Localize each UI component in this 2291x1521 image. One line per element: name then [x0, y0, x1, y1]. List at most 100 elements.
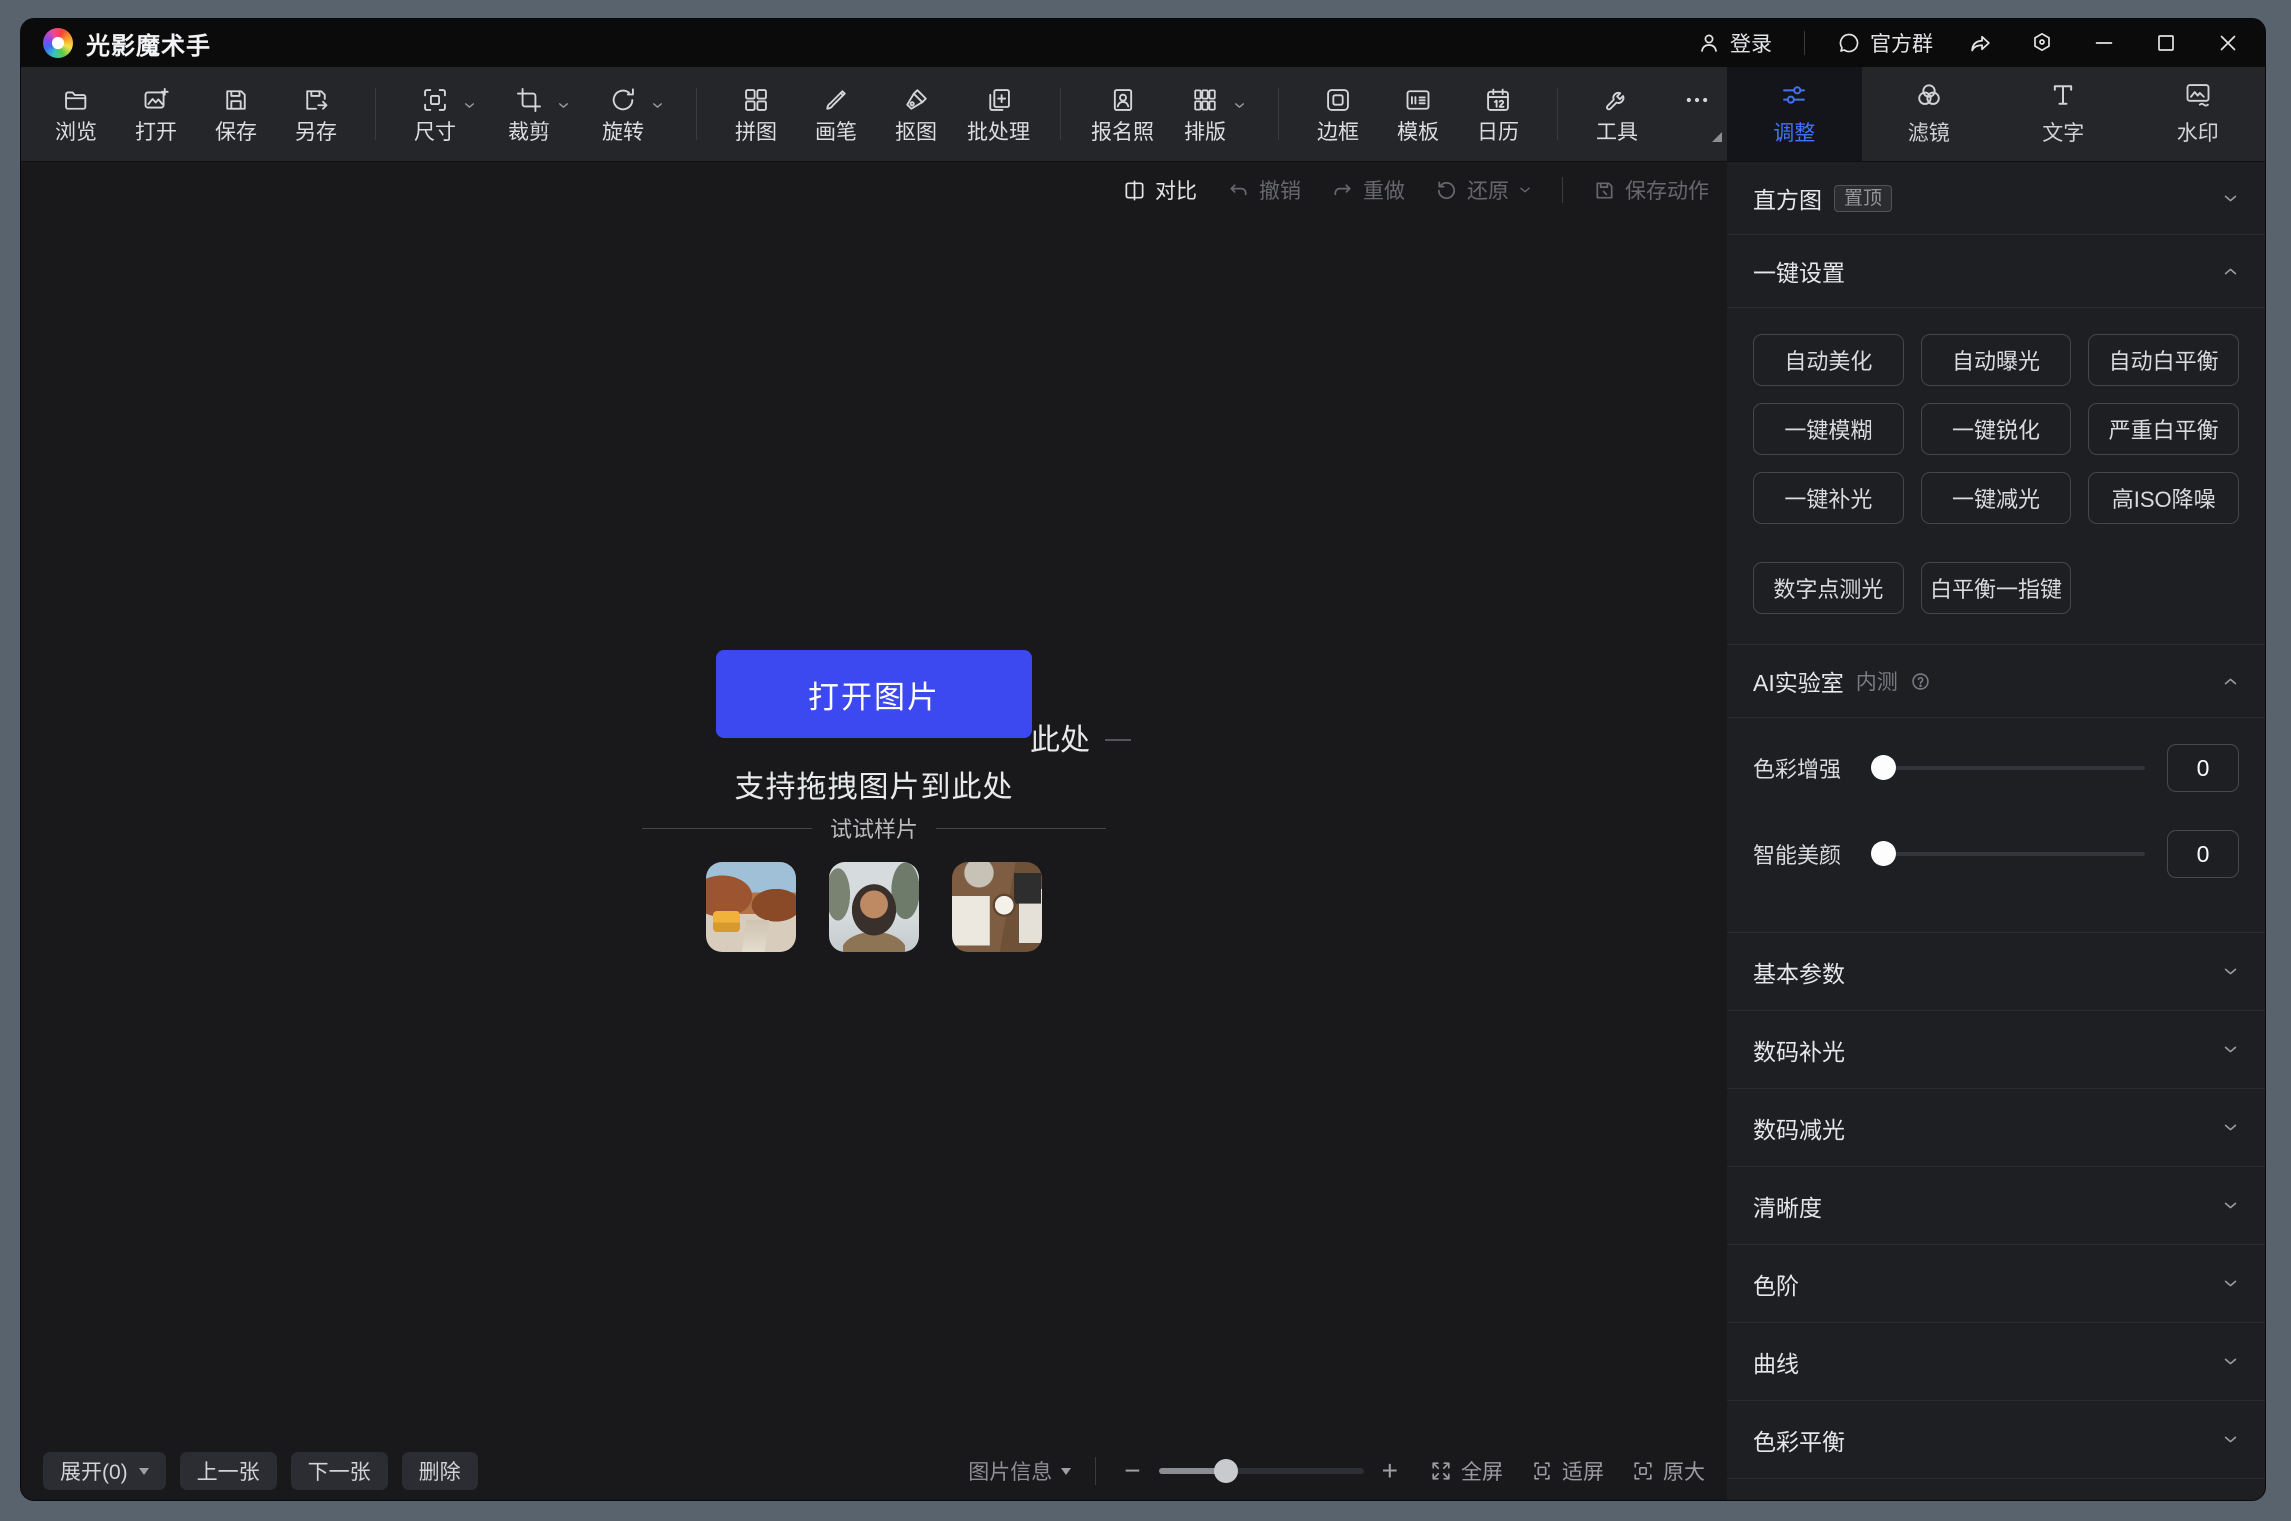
minimize-button[interactable] — [2089, 28, 2119, 58]
delete-image-button[interactable]: 删除 — [402, 1452, 478, 1490]
section-ai-lab[interactable]: AI实验室 内测 — [1727, 645, 2265, 718]
one-key-blur-button[interactable]: 一键模糊 — [1753, 403, 1904, 455]
tab-text[interactable]: 文字 — [1996, 67, 2131, 161]
share-button[interactable] — [1965, 28, 1995, 58]
image-info-button[interactable]: 图片信息 — [968, 1456, 1071, 1486]
sample-image-desk[interactable] — [952, 862, 1042, 952]
section-basic-params[interactable]: 基本参数 — [1727, 933, 2265, 1011]
toolbar-rotate[interactable]: 旋转 — [594, 86, 652, 143]
auto-exposure-button[interactable]: 自动曝光 — [1921, 334, 2072, 386]
corner-triangle-icon — [1712, 132, 1722, 142]
section-one-key-settings[interactable]: 一键设置 — [1727, 235, 2265, 308]
settings-button[interactable] — [2027, 28, 2057, 58]
toolbar-border[interactable]: 边框 — [1309, 86, 1367, 143]
color-enhance-slider[interactable] — [1871, 755, 2145, 781]
zoom-out-button[interactable]: − — [1120, 1457, 1144, 1485]
samples-title: 试试样片 — [574, 812, 1174, 844]
chevron-down-icon[interactable] — [2222, 1431, 2239, 1448]
original-size-button[interactable]: 原大 — [1632, 1456, 1705, 1486]
toolbar-save[interactable]: 保存 — [207, 86, 265, 143]
chevron-down-icon[interactable] — [557, 99, 570, 112]
next-image-button[interactable]: 下一张 — [291, 1452, 388, 1490]
toolbar-open[interactable]: 打开 — [127, 86, 185, 143]
one-key-dim-light-button[interactable]: 一键减光 — [1921, 472, 2072, 524]
chevron-down-icon[interactable] — [1233, 99, 1246, 112]
toolbar-id-photo[interactable]: 报名照 — [1091, 86, 1154, 143]
section-digital-dim-light[interactable]: 数码减光 — [1727, 1089, 2265, 1167]
redo-button[interactable]: 重做 — [1331, 175, 1405, 205]
toolbar-crop[interactable]: 裁剪 — [500, 86, 558, 143]
section-clarity[interactable]: 清晰度 — [1727, 1167, 2265, 1245]
open-image-button[interactable]: 打开图片 — [716, 650, 1032, 738]
titlebar-divider — [1804, 31, 1805, 55]
chevron-down-icon[interactable] — [2222, 1119, 2239, 1136]
titlebar: 光影魔术手 登录 官方群 — [21, 19, 2265, 67]
chevron-down-icon[interactable] — [651, 99, 664, 112]
toolbar-batch[interactable]: 批处理 — [967, 86, 1030, 143]
chevron-down-icon[interactable] — [2222, 963, 2239, 980]
toolbar-collage[interactable]: 拼图 — [727, 86, 785, 143]
section-histogram[interactable]: 直方图 置顶 — [1727, 162, 2265, 235]
auto-beautify-button[interactable]: 自动美化 — [1753, 334, 1904, 386]
section-digital-fill-light[interactable]: 数码补光 — [1727, 1011, 2265, 1089]
fullscreen-button[interactable]: 全屏 — [1430, 1456, 1503, 1486]
chevron-down-icon[interactable] — [463, 99, 476, 112]
smart-beauty-value[interactable]: 0 — [2167, 830, 2239, 878]
chevron-down-icon[interactable] — [2222, 1197, 2239, 1214]
official-group-button[interactable]: 官方群 — [1837, 28, 1933, 58]
white-balance-one-touch-button[interactable]: 白平衡一指键 — [1921, 562, 2072, 614]
close-button[interactable] — [2213, 28, 2243, 58]
save-action-button[interactable]: 保存动作 — [1593, 175, 1709, 205]
toolbar-tools[interactable]: 工具 — [1588, 86, 1646, 143]
help-circle-icon[interactable] — [1910, 671, 1931, 692]
one-key-fill-light-button[interactable]: 一键补光 — [1753, 472, 1904, 524]
high-iso-denoise-button[interactable]: 高ISO降噪 — [2088, 472, 2239, 524]
toolbar-more[interactable] — [1668, 86, 1726, 143]
toolbar-template[interactable]: 模板 — [1389, 86, 1447, 143]
undo-button[interactable]: 撤销 — [1227, 175, 1301, 205]
tab-watermark[interactable]: 水印 — [2131, 67, 2266, 161]
sample-image-portrait[interactable] — [829, 862, 919, 952]
toolbar-cutout[interactable]: 抠图 — [887, 86, 945, 143]
section-color-balance[interactable]: 色彩平衡 — [1727, 1401, 2265, 1479]
chevron-up-icon[interactable] — [2222, 263, 2239, 280]
sample-image-desert-bus[interactable] — [706, 862, 796, 952]
chevron-down-icon[interactable] — [2222, 1275, 2239, 1292]
toolbar-layout[interactable]: 排版 — [1176, 86, 1234, 143]
panel-tabs: 调整 滤镜 文字 水印 — [1727, 67, 2265, 161]
severe-white-balance-button[interactable]: 严重白平衡 — [2088, 403, 2239, 455]
zoom-in-button[interactable]: + — [1378, 1457, 1402, 1485]
zoom-slider-knob[interactable] — [1214, 1459, 1238, 1483]
toolbar-save-as[interactable]: 另存 — [287, 86, 345, 143]
zoom-slider[interactable] — [1159, 1459, 1364, 1483]
digital-spot-metering-button[interactable]: 数字点测光 — [1753, 562, 1904, 614]
maximize-button[interactable] — [2151, 28, 2181, 58]
restore-button[interactable]: 还原 — [1435, 175, 1532, 205]
chevron-down-icon[interactable] — [2222, 1353, 2239, 1370]
login-button[interactable]: 登录 — [1697, 28, 1772, 58]
section-curves[interactable]: 曲线 — [1727, 1323, 2265, 1401]
color-enhance-value[interactable]: 0 — [2167, 744, 2239, 792]
toolbar-brush[interactable]: 画笔 — [807, 86, 865, 143]
smart-beauty-slider[interactable] — [1871, 841, 2145, 867]
one-key-sharpen-button[interactable]: 一键锐化 — [1921, 403, 2072, 455]
slider-knob[interactable] — [1871, 841, 1896, 866]
toolbar-divider — [696, 88, 697, 140]
toolbar-browse[interactable]: 浏览 — [47, 86, 105, 143]
toolbar-resize[interactable]: 尺寸 — [406, 86, 464, 143]
tab-filters[interactable]: 滤镜 — [1862, 67, 1997, 161]
section-levels[interactable]: 色阶 — [1727, 1245, 2265, 1323]
chevron-up-icon[interactable] — [2222, 673, 2239, 690]
expand-filmstrip-button[interactable]: 展开(0) — [43, 1452, 166, 1490]
section-rgb-tone[interactable]: RGB色调 — [1727, 1479, 2265, 1500]
bottom-bar-divider — [1095, 1457, 1096, 1485]
chevron-down-icon[interactable] — [2222, 1041, 2239, 1058]
chevron-down-icon[interactable] — [1518, 183, 1532, 197]
toolbar-calendar[interactable]: 日历 — [1469, 86, 1527, 143]
previous-image-button[interactable]: 上一张 — [180, 1452, 277, 1490]
fit-screen-button[interactable]: 适屏 — [1531, 1456, 1604, 1486]
auto-white-balance-button[interactable]: 自动白平衡 — [2088, 334, 2239, 386]
slider-knob[interactable] — [1871, 755, 1896, 780]
chevron-down-icon[interactable] — [2222, 190, 2239, 207]
tab-adjust[interactable]: 调整 — [1727, 67, 1862, 161]
